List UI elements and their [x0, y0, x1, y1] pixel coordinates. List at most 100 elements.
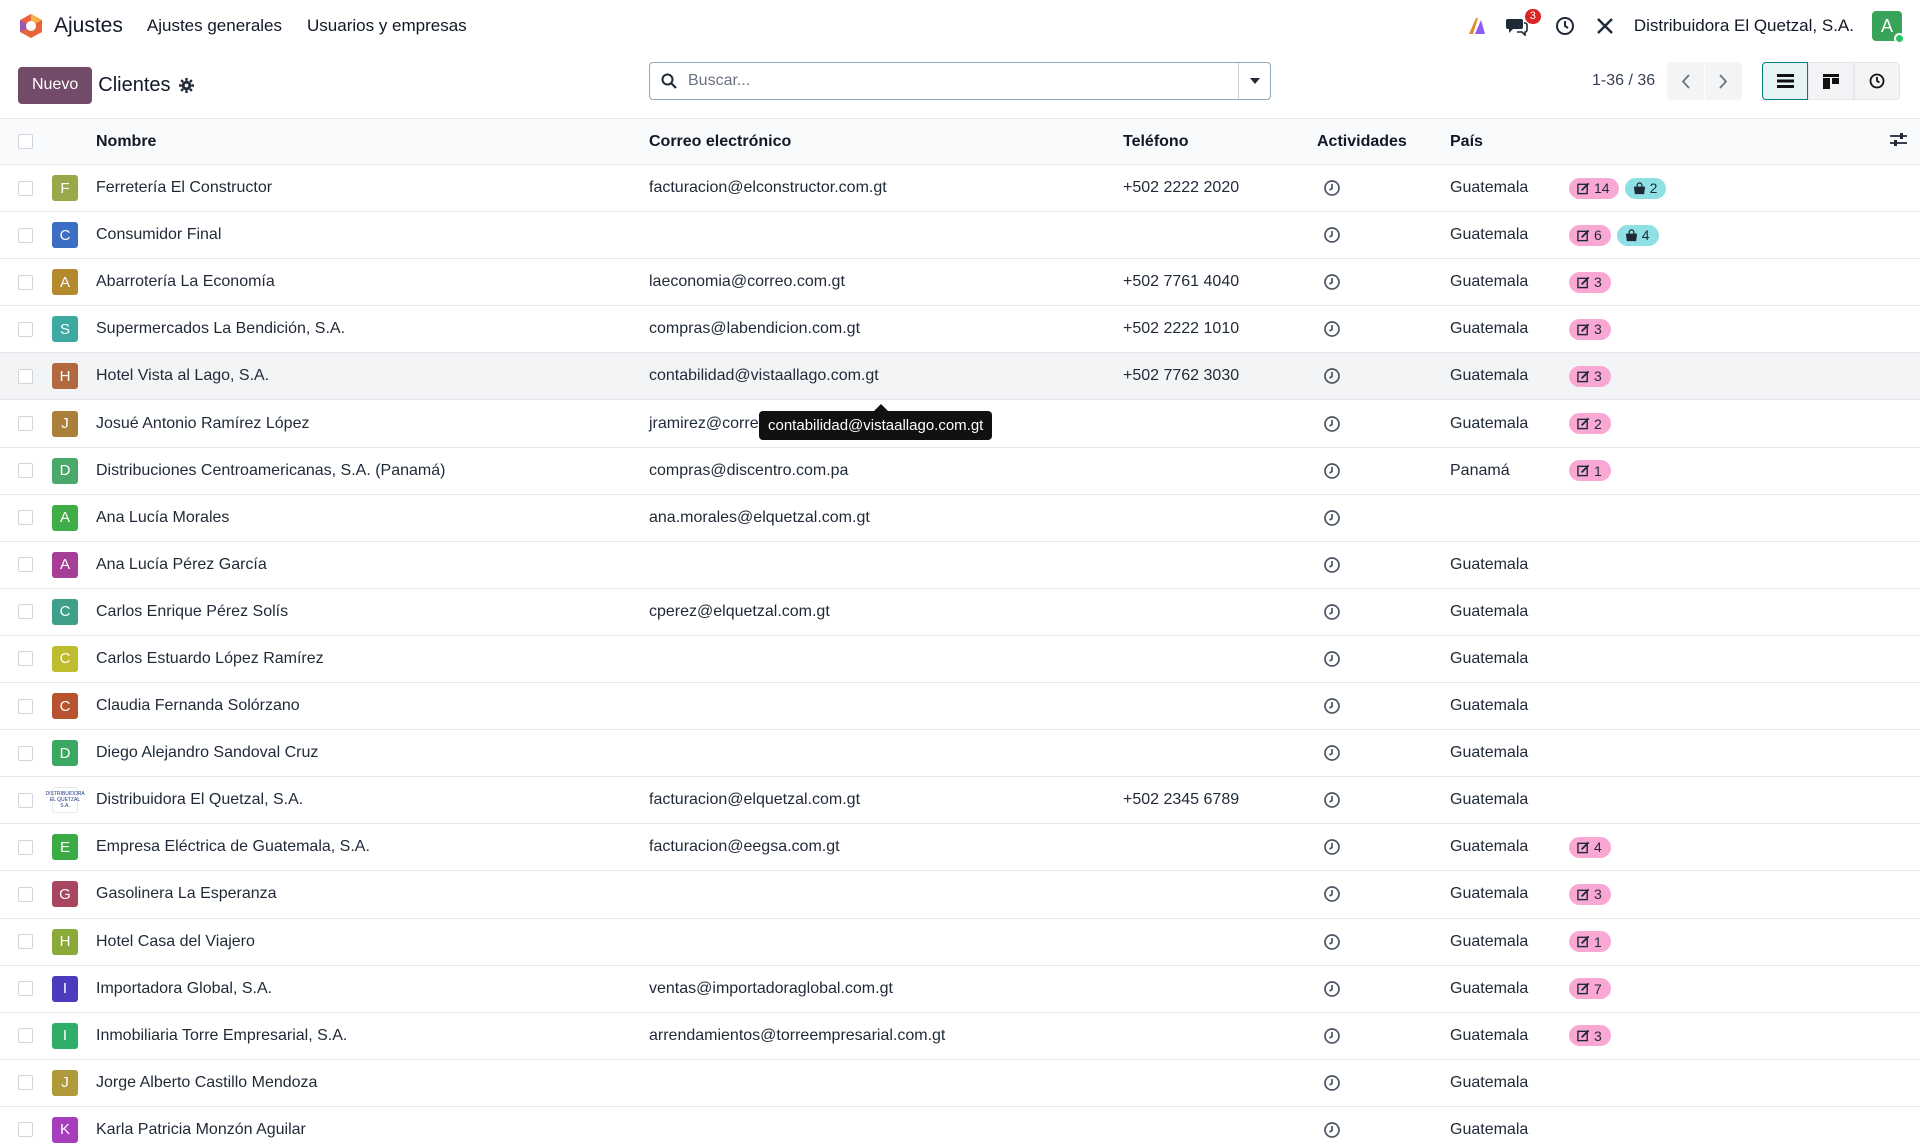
- row-checkbox[interactable]: [18, 792, 33, 808]
- activity-clock-icon[interactable]: [1323, 933, 1341, 951]
- table-row[interactable]: D Distribuciones Centroamericanas, S.A. …: [0, 447, 1920, 495]
- menu-general-settings[interactable]: Ajustes generales: [147, 16, 282, 36]
- activity-clock-icon[interactable]: [1323, 1074, 1341, 1092]
- activity-clock-icon[interactable]: [1323, 603, 1341, 621]
- row-checkbox[interactable]: [18, 416, 33, 432]
- activity-clock-icon[interactable]: [1323, 650, 1341, 668]
- table-row[interactable]: D Diego Alejandro Sandoval Cruz Guatemal…: [0, 730, 1920, 778]
- column-header-email[interactable]: Correo electrónico: [649, 133, 791, 151]
- quotes-badge[interactable]: 1: [1569, 931, 1611, 953]
- row-checkbox[interactable]: [18, 604, 33, 620]
- activity-clock-icon[interactable]: [1323, 1121, 1341, 1139]
- app-name[interactable]: Ajustes: [54, 14, 123, 38]
- pager-next-button[interactable]: [1705, 62, 1743, 100]
- quotes-badge[interactable]: 3: [1569, 365, 1611, 387]
- quotes-badge[interactable]: 7: [1569, 978, 1611, 1000]
- row-checkbox[interactable]: [18, 1075, 33, 1091]
- optional-columns-icon[interactable]: [1890, 132, 1907, 152]
- activity-clock-icon[interactable]: [1323, 509, 1341, 527]
- activity-clock-icon[interactable]: [1323, 320, 1341, 338]
- column-header-activities[interactable]: Actividades: [1317, 133, 1407, 151]
- activity-clock-icon[interactable]: [1323, 367, 1341, 385]
- table-row[interactable]: C Claudia Fernanda Solórzano Guatemala: [0, 683, 1920, 731]
- row-checkbox[interactable]: [18, 368, 33, 384]
- column-header-phone[interactable]: Teléfono: [1123, 133, 1188, 151]
- ai-icon[interactable]: [1466, 15, 1488, 37]
- activity-clock-icon[interactable]: [1323, 1027, 1341, 1045]
- table-row[interactable]: H Hotel Vista al Lago, S.A. contabilidad…: [0, 353, 1920, 401]
- table-row[interactable]: A Ana Lucía Pérez García Guatemala: [0, 541, 1920, 589]
- table-row[interactable]: G Gasolinera La Esperanza Guatemala 3: [0, 871, 1920, 919]
- pager-value[interactable]: 1-36 / 36: [1592, 72, 1655, 90]
- search-options-toggle[interactable]: [1238, 63, 1270, 99]
- table-row[interactable]: F Ferretería El Constructor facturacion@…: [0, 165, 1920, 213]
- activity-clock-icon[interactable]: [1323, 462, 1341, 480]
- quotes-badge[interactable]: 3: [1569, 271, 1611, 293]
- gear-icon[interactable]: [178, 77, 194, 93]
- row-checkbox[interactable]: [18, 698, 33, 714]
- table-row[interactable]: K Karla Patricia Monzón Aguilar Guatemal…: [0, 1106, 1920, 1143]
- row-checkbox[interactable]: [18, 227, 33, 243]
- menu-users-companies[interactable]: Usuarios y empresas: [307, 16, 467, 36]
- app-logo-icon[interactable]: [18, 13, 44, 39]
- activity-clock-icon[interactable]: [1323, 179, 1341, 197]
- activity-clock-icon[interactable]: [1323, 273, 1341, 291]
- quotes-badge[interactable]: 2: [1569, 413, 1611, 435]
- sales-badge[interactable]: 4: [1616, 224, 1659, 246]
- activity-clock-icon[interactable]: [1323, 885, 1341, 903]
- row-checkbox[interactable]: [18, 180, 33, 196]
- table-row[interactable]: C Carlos Enrique Pérez Solís cperez@elqu…: [0, 588, 1920, 636]
- activity-clock-icon[interactable]: [1323, 980, 1341, 998]
- quotes-badge[interactable]: 6: [1569, 224, 1611, 246]
- quotes-badge[interactable]: 3: [1569, 318, 1611, 340]
- row-checkbox[interactable]: [18, 651, 33, 667]
- table-row[interactable]: C Consumidor Final Guatemala 64: [0, 212, 1920, 260]
- pager-previous-button[interactable]: [1667, 62, 1705, 100]
- activity-clock-icon[interactable]: [1323, 226, 1341, 244]
- activity-clock-icon[interactable]: [1323, 791, 1341, 809]
- row-checkbox[interactable]: [18, 463, 33, 479]
- row-checkbox[interactable]: [18, 981, 33, 997]
- row-checkbox[interactable]: [18, 934, 33, 950]
- activity-clock-icon[interactable]: [1323, 838, 1341, 856]
- table-row[interactable]: H Hotel Casa del Viajero Guatemala 1: [0, 918, 1920, 966]
- activity-clock-icon[interactable]: [1323, 744, 1341, 762]
- table-row[interactable]: S Supermercados La Bendición, S.A. compr…: [0, 306, 1920, 354]
- column-header-country[interactable]: País: [1450, 133, 1483, 151]
- row-checkbox[interactable]: [18, 321, 33, 337]
- column-header-name[interactable]: Nombre: [96, 133, 156, 151]
- row-checkbox[interactable]: [18, 274, 33, 290]
- tools-icon[interactable]: [1594, 15, 1616, 37]
- kanban-view-button[interactable]: [1808, 62, 1854, 100]
- row-checkbox[interactable]: [18, 839, 33, 855]
- list-view-button[interactable]: [1762, 62, 1808, 100]
- select-all-checkbox[interactable]: [18, 134, 33, 149]
- table-row[interactable]: I Inmobiliaria Torre Empresarial, S.A. a…: [0, 1012, 1920, 1060]
- quotes-badge[interactable]: 3: [1569, 883, 1611, 905]
- table-row[interactable]: E Empresa Eléctrica de Guatemala, S.A. f…: [0, 824, 1920, 872]
- row-checkbox[interactable]: [18, 886, 33, 902]
- user-avatar[interactable]: A: [1872, 11, 1905, 44]
- quotes-badge[interactable]: 14: [1569, 177, 1619, 199]
- table-row[interactable]: J Jorge Alberto Castillo Mendoza Guatema…: [0, 1059, 1920, 1107]
- row-checkbox[interactable]: [18, 1122, 33, 1138]
- messages-icon[interactable]: 3: [1505, 9, 1541, 37]
- quotes-badge[interactable]: 3: [1569, 1025, 1611, 1047]
- new-button[interactable]: Nuevo: [18, 66, 93, 104]
- quotes-badge[interactable]: 4: [1569, 836, 1611, 858]
- table-row[interactable]: DISTRIBUIDORA EL QUETZAL S.A. Distribuid…: [0, 777, 1920, 825]
- company-switcher[interactable]: Distribuidora El Quetzal, S.A.: [1634, 16, 1854, 36]
- search-input[interactable]: [688, 63, 1238, 99]
- row-checkbox[interactable]: [18, 1028, 33, 1044]
- activity-clock-icon[interactable]: [1323, 556, 1341, 574]
- activity-clock-icon[interactable]: [1323, 697, 1341, 715]
- table-row[interactable]: C Carlos Estuardo López Ramírez Guatemal…: [0, 635, 1920, 684]
- row-checkbox[interactable]: [18, 745, 33, 761]
- clock-icon[interactable]: [1554, 15, 1576, 37]
- activity-clock-icon[interactable]: [1323, 415, 1341, 433]
- quotes-badge[interactable]: 1: [1569, 460, 1611, 482]
- activity-view-button[interactable]: [1854, 62, 1900, 100]
- row-checkbox[interactable]: [18, 510, 33, 526]
- table-row[interactable]: I Importadora Global, S.A. ventas@import…: [0, 965, 1920, 1013]
- sales-badge[interactable]: 2: [1624, 177, 1667, 199]
